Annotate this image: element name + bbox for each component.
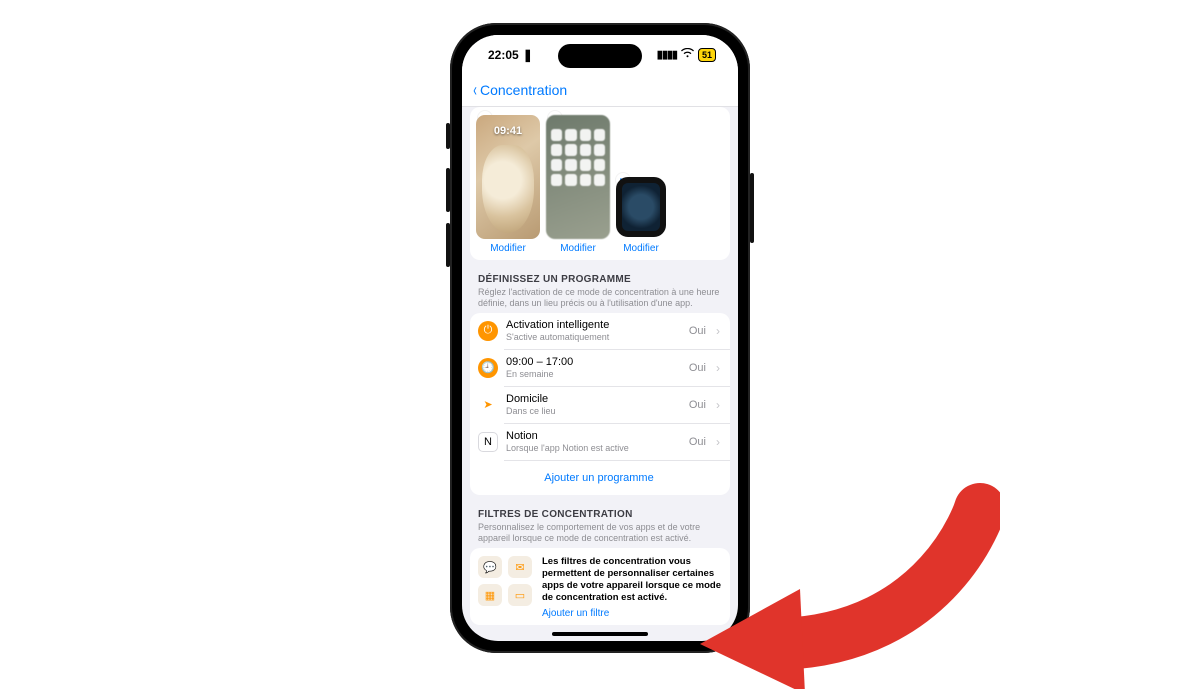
schedule-section-header: DÉFINISSEZ UN PROGRAMME Réglez l'activat… [470, 260, 730, 314]
add-schedule-label: Ajouter un programme [544, 472, 653, 484]
battery-icon: 51 [698, 48, 716, 62]
power-icon: ⏻ [478, 321, 498, 341]
side-button [446, 223, 450, 267]
row-value: Oui [689, 436, 706, 448]
home-indicator[interactable] [552, 632, 648, 636]
row-value: Oui [689, 399, 706, 411]
back-button[interactable]: ‹ Concentration [472, 81, 567, 99]
side-button [446, 168, 450, 212]
row-subtitle: Dans ce lieu [506, 406, 681, 417]
mail-icon: ✉ [508, 556, 532, 578]
cellular-icon: ▮▮▮▮ [657, 48, 677, 61]
filters-icon-grid: 💬 ✉ ▦ ▭ [478, 556, 532, 619]
screens-card: − Modifier − Modifier − [470, 107, 730, 260]
row-subtitle: Lorsque l'app Notion est active [506, 443, 681, 454]
location-icon: ➤ [478, 395, 498, 415]
messages-icon: 💬 [478, 556, 502, 578]
screen: 22:05 ❚ ▮▮▮▮ 51 ‹ Concentration − [462, 35, 738, 641]
content[interactable]: − Modifier − Modifier − [462, 107, 738, 631]
row-subtitle: En semaine [506, 369, 681, 380]
battery-icon: ▭ [508, 584, 532, 606]
add-schedule-button[interactable]: Ajouter un programme [470, 461, 730, 495]
iphone-frame: 22:05 ❚ ▮▮▮▮ 51 ‹ Concentration − [450, 23, 750, 653]
calendar-icon: ▦ [478, 584, 502, 606]
section-description: Personnalisez le comportement de vos app… [478, 522, 722, 545]
schedule-row-location[interactable]: ➤ Domicile Dans ce lieu Oui › [470, 387, 730, 423]
row-subtitle: S'active automatiquement [506, 332, 681, 343]
notion-app-icon: N [478, 432, 498, 452]
modify-link[interactable]: Modifier [560, 243, 596, 254]
filters-card: 💬 ✉ ▦ ▭ Les filtres de concentration vou… [470, 548, 730, 625]
row-title: Notion [506, 430, 681, 443]
row-title: 09:00 – 17:00 [506, 356, 681, 369]
section-description: Réglez l'activation de ce mode de concen… [478, 287, 722, 310]
home-screen-option[interactable]: − Modifier [546, 115, 610, 254]
row-value: Oui [689, 362, 706, 374]
back-label: Concentration [480, 82, 567, 98]
home-screen-thumbnail [546, 115, 610, 239]
modify-link[interactable]: Modifier [623, 243, 659, 254]
chevron-right-icon: › [716, 435, 720, 449]
schedule-row-app[interactable]: N Notion Lorsque l'app Notion est active… [470, 424, 730, 460]
add-filter-button[interactable]: Ajouter un filtre [542, 608, 609, 619]
watch-thumbnail [616, 177, 666, 237]
nav-bar: ‹ Concentration [462, 75, 738, 107]
side-button [750, 173, 754, 243]
chevron-right-icon: › [716, 361, 720, 375]
focus-icon: ❚ [523, 48, 533, 62]
watch-face-option[interactable]: − Modifier [616, 177, 666, 254]
chevron-right-icon: › [716, 398, 720, 412]
filters-section-header: FILTRES DE CONCENTRATION Personnalisez l… [470, 495, 730, 549]
dynamic-island [558, 44, 642, 68]
schedule-row-time[interactable]: 🕘 09:00 – 17:00 En semaine Oui › [470, 350, 730, 386]
section-title: DÉFINISSEZ UN PROGRAMME [478, 274, 722, 285]
schedule-row-smart-activation[interactable]: ⏻ Activation intelligente S'active autom… [470, 313, 730, 349]
modify-link[interactable]: Modifier [490, 243, 526, 254]
side-button [446, 123, 450, 149]
chevron-right-icon: › [716, 324, 720, 338]
row-value: Oui [689, 325, 706, 337]
lock-screen-option[interactable]: − Modifier [476, 115, 540, 254]
clock-icon: 🕘 [478, 358, 498, 378]
row-title: Activation intelligente [506, 319, 681, 332]
chevron-left-icon: ‹ [473, 81, 477, 99]
schedule-list: ⏻ Activation intelligente S'active autom… [470, 313, 730, 495]
row-title: Domicile [506, 393, 681, 406]
wifi-icon [681, 48, 694, 61]
section-title: FILTRES DE CONCENTRATION [478, 509, 722, 520]
status-time: 22:05 [488, 48, 519, 62]
lock-screen-thumbnail [476, 115, 540, 239]
filters-body: Les filtres de concentration vous permet… [542, 556, 722, 604]
